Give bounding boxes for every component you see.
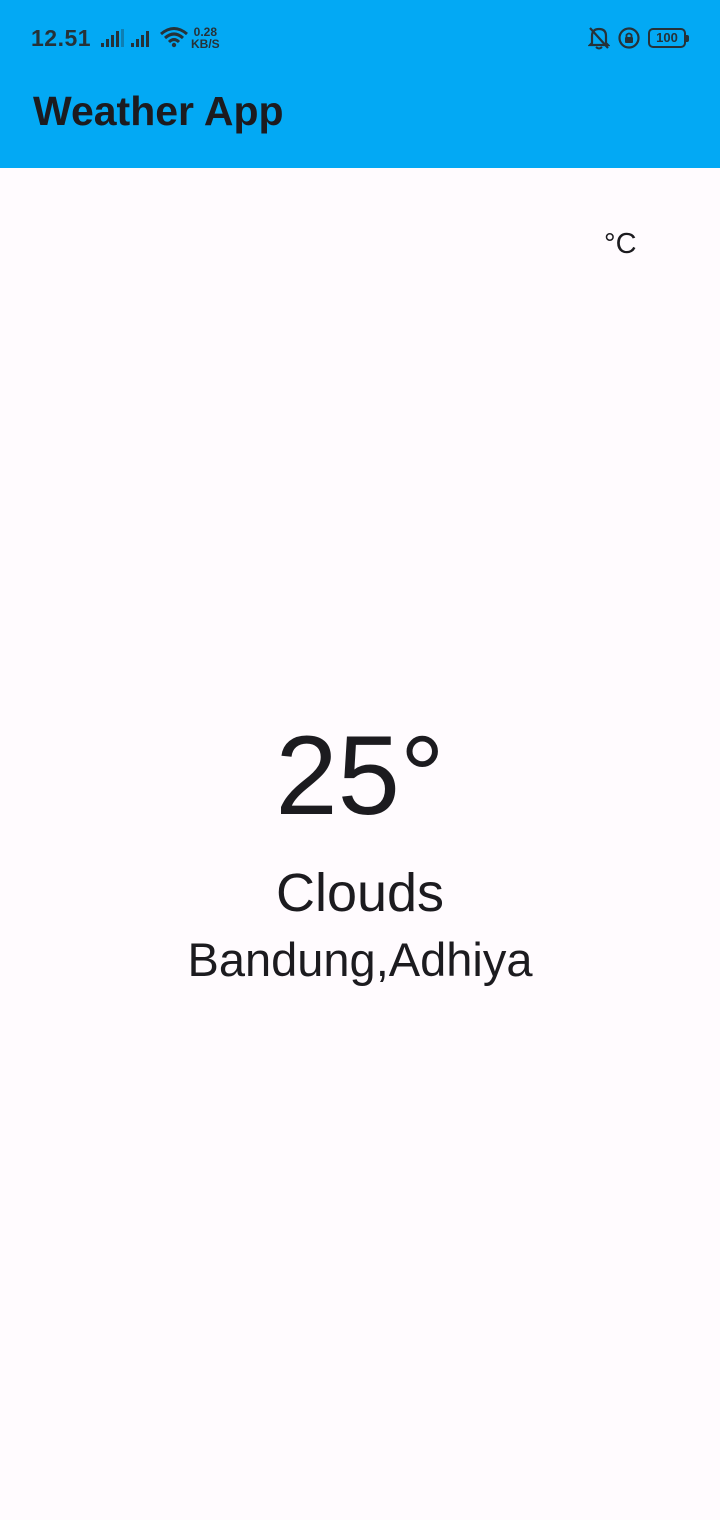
app-bar: 12.51 0.28 KB/S 100 Weather App xyxy=(0,0,720,168)
rotation-lock-icon xyxy=(618,27,640,49)
page-title: Weather App xyxy=(33,88,284,134)
weather-condition: Clouds xyxy=(275,863,445,923)
net-speed-unit: KB/S xyxy=(191,37,220,51)
signal-icon xyxy=(101,29,124,47)
wifi-icon xyxy=(160,27,188,48)
battery-icon: 100 xyxy=(648,28,689,48)
unit-toggle-button[interactable]: °C xyxy=(604,228,637,261)
status-time: 12.51 xyxy=(31,25,92,51)
temperature-value: 25° xyxy=(275,713,445,838)
signal-icon xyxy=(131,31,149,47)
status-bar: 12.51 0.28 KB/S 100 xyxy=(0,0,720,76)
location-label: Bandung,Adhiya xyxy=(187,933,533,986)
bell-off-icon xyxy=(588,27,610,50)
net-speed: 0.28 KB/S xyxy=(191,26,220,50)
